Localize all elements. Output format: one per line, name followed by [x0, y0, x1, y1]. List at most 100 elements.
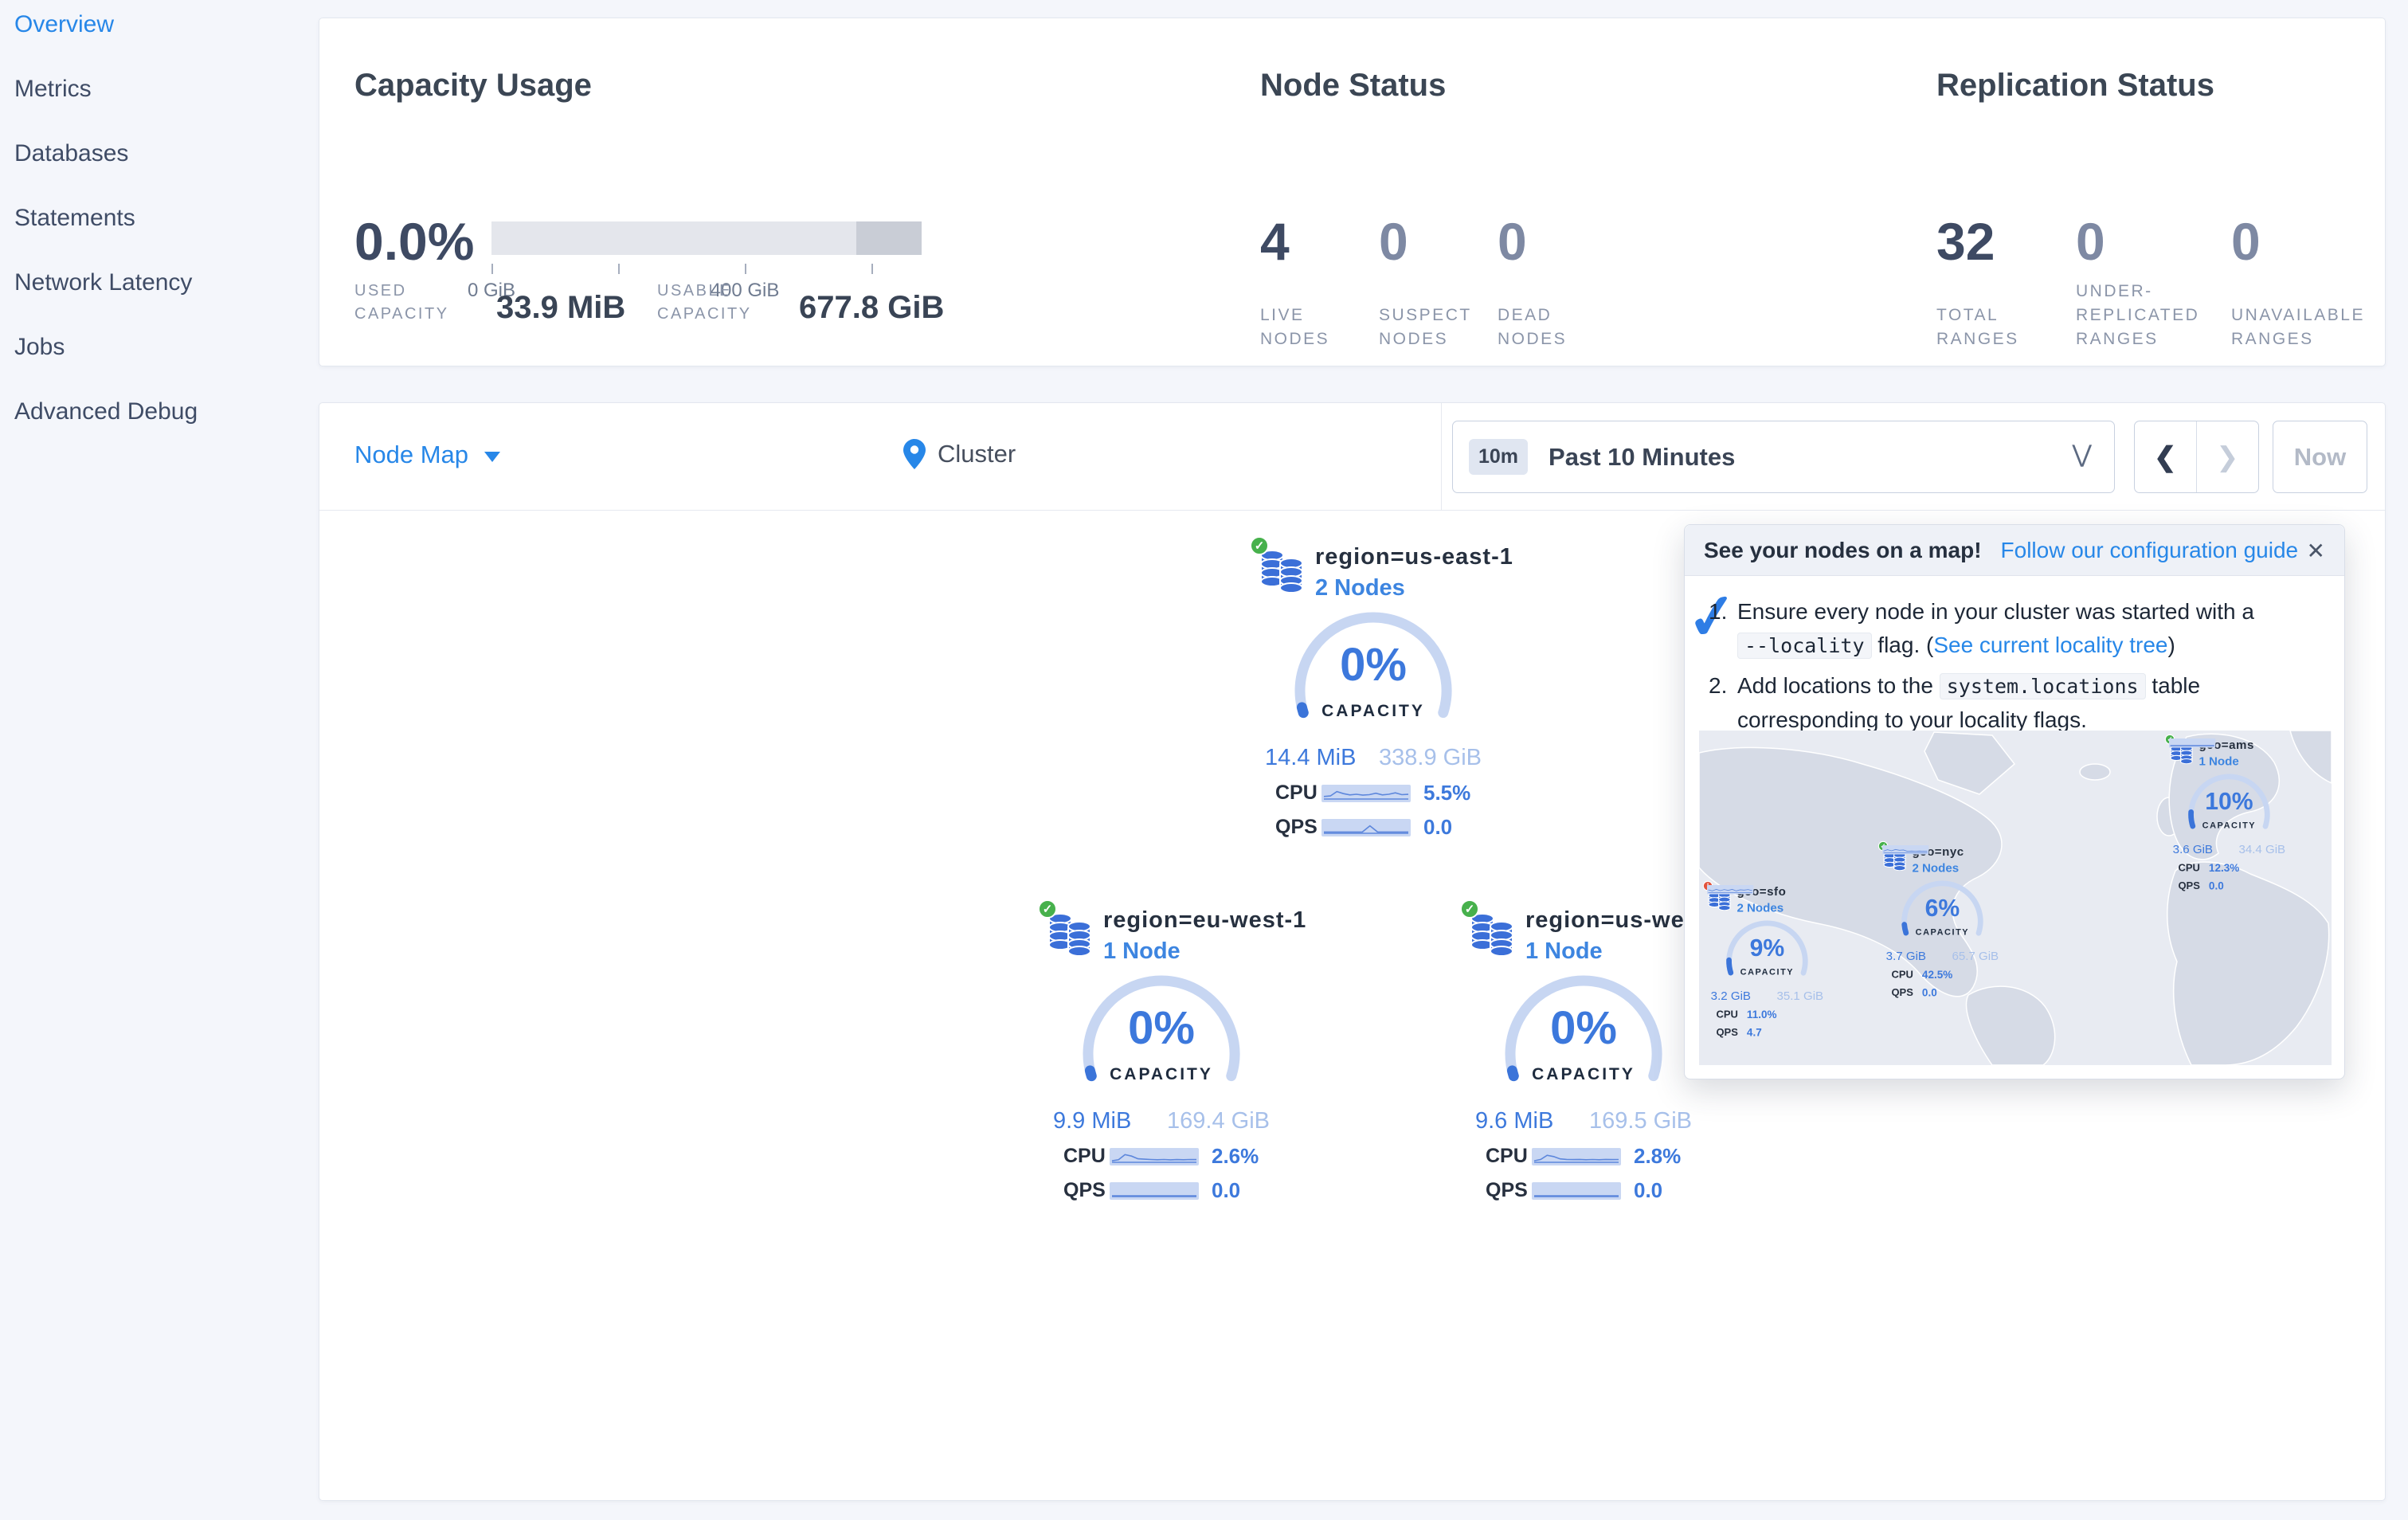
node-status-title: Node Status	[1260, 68, 1447, 103]
node-map-card: Node Map Cluster 10m Past 10 Minutes ⋁ ❮…	[319, 402, 2386, 1501]
region-total-value: 34.4 GiB	[2238, 843, 2286, 856]
view-selector-dropdown[interactable]: Node Map	[354, 441, 501, 469]
region-total-value: 65.7 GiB	[1952, 950, 1999, 963]
configuration-guide-link[interactable]: Follow our configuration guide	[2001, 538, 2299, 563]
usable-capacity-label: USABLE CAPACITY	[657, 282, 752, 323]
qps-value: 0.0	[2208, 879, 2224, 892]
region-used-value: 3.2 GiB	[1710, 989, 1751, 1003]
world-map: ! geo=sfo 2 Nodes 9% CAPACITY 3.2 GiB 35…	[1699, 731, 2332, 1065]
axis-tick	[871, 264, 873, 274]
db-nodes-icon: ✓	[1250, 536, 1306, 594]
nodes-on-map-popup: See your nodes on a map! Follow our conf…	[1683, 524, 2345, 1079]
region-used-value: 9.6 MiB	[1475, 1108, 1554, 1134]
step-text: Add locations to the system.locations ta…	[1737, 673, 2201, 732]
status-ok-icon: ✓	[1460, 899, 1479, 919]
prev-interval-button[interactable]: ❮	[2135, 421, 2197, 492]
close-icon[interactable]: ✕	[2307, 538, 2325, 564]
qps-sparkline	[1882, 845, 1929, 855]
sidebar-item-metrics[interactable]: Metrics	[14, 76, 92, 103]
cpu-sparkline	[1532, 1147, 1621, 1165]
sidebar-item-overview[interactable]: Overview	[14, 11, 114, 38]
gauge-percent: 0%	[1550, 1002, 1617, 1054]
step-1: 1. Ensure every node in your cluster was…	[1709, 595, 2327, 663]
region-used-value: 3.7 GiB	[1885, 950, 1926, 963]
cpu-value: 11.0%	[1746, 1008, 1777, 1021]
cpu-value: 5.5%	[1423, 781, 1471, 805]
live-nodes-value: 4	[1260, 212, 1290, 271]
sidebar-item-jobs[interactable]: Jobs	[14, 334, 65, 361]
cluster-summary-card: Capacity Usage 0.0% 0 GiB 400 GiB USED C…	[319, 18, 2386, 366]
capacity-percent: 0.0%	[354, 212, 475, 271]
suspect-nodes-value: 0	[1379, 212, 1408, 271]
dead-nodes-label: DEAD NODES	[1498, 306, 1568, 348]
region-total-value: 338.9 GiB	[1379, 745, 1482, 770]
breadcrumb[interactable]: Cluster	[903, 438, 1016, 470]
gauge-capacity-label: CAPACITY	[2202, 820, 2257, 830]
cpu-value: 2.8%	[1634, 1144, 1682, 1168]
capacity-usage-title: Capacity Usage	[354, 68, 592, 103]
region-nodes-link[interactable]: 1 Node	[2199, 754, 2253, 768]
chevron-down-icon: ⋁	[2072, 441, 2092, 468]
unavailable-value: 0	[2231, 212, 2261, 271]
region-total-value: 169.5 GiB	[1589, 1108, 1692, 1134]
region-nodes-link[interactable]: 2 Nodes	[1737, 901, 1786, 915]
live-nodes-label: LIVE NODES	[1260, 306, 1330, 348]
qps-label: QPS	[1275, 816, 1318, 838]
qps-label: QPS	[1891, 986, 1913, 998]
toolbar-divider	[1441, 403, 1442, 511]
gauge-capacity-label: CAPACITY	[1915, 926, 1970, 937]
popup-steps: 1. Ensure every node in your cluster was…	[1709, 595, 2327, 743]
qps-value: 0.0	[1212, 1178, 1241, 1202]
time-range-badge: 10m	[1469, 439, 1529, 475]
qps-sparkline	[1110, 1181, 1199, 1200]
qps-sparkline	[1321, 818, 1411, 836]
cpu-label: CPU	[1275, 782, 1318, 804]
view-selector-label: Node Map	[354, 441, 469, 468]
qps-label: QPS	[1716, 1026, 1738, 1038]
gauge-percent: 10%	[2205, 787, 2253, 815]
sidebar-item-statements[interactable]: Statements	[14, 205, 135, 232]
region-nodes-link[interactable]: 2 Nodes	[1912, 861, 1964, 875]
dead-nodes-value: 0	[1498, 212, 1527, 271]
capacity-gauge: 6% CAPACITY	[1897, 880, 1987, 962]
region-nodes-link[interactable]: 2 Nodes	[1315, 575, 1513, 601]
used-capacity-label: USED CAPACITY	[354, 282, 449, 323]
gauge-percent: 0%	[1128, 1002, 1195, 1054]
sidebar-item-databases[interactable]: Databases	[14, 140, 128, 167]
axis-tick	[618, 264, 620, 274]
step-number: 2.	[1709, 673, 1728, 698]
gauge-percent: 0%	[1340, 639, 1407, 691]
popup-header: See your nodes on a map! Follow our conf…	[1685, 525, 2344, 576]
db-nodes-icon: ✓	[1038, 899, 1094, 957]
sidebar: Overview Metrics Databases Statements Ne…	[0, 0, 315, 1520]
node-map-toolbar: Node Map Cluster 10m Past 10 Minutes ⋁ ❮…	[319, 403, 2385, 511]
region-total-value: 35.1 GiB	[1776, 989, 1824, 1003]
inline-link[interactable]: See current locality tree	[1933, 633, 2167, 657]
status-ok-icon: ✓	[1250, 536, 1269, 555]
qps-label: QPS	[1486, 1179, 1528, 1201]
gauge-percent: 6%	[1924, 894, 1960, 922]
gauge-percent: 9%	[1749, 934, 1785, 962]
region-used-value: 3.6 GiB	[2172, 843, 2213, 856]
map-region-geo-ams: ✓ geo=ams 1 Node 10% CAPACITY 3.6 GiB 34…	[2164, 734, 2289, 892]
region-name: region=us-east-1	[1315, 544, 1513, 570]
qps-sparkline	[1532, 1181, 1621, 1200]
sidebar-item-network-latency[interactable]: Network Latency	[14, 269, 192, 296]
sidebar-item-advanced-debug[interactable]: Advanced Debug	[14, 398, 198, 425]
capacity-bar-reserved	[856, 221, 922, 255]
total-ranges-value: 32	[1936, 212, 1995, 271]
gauge-capacity-label: CAPACITY	[1110, 1065, 1213, 1083]
qps-value: 0.0	[1423, 815, 1453, 839]
used-capacity-value: 33.9 MiB	[496, 290, 626, 325]
region-nodes-link[interactable]: 1 Node	[1103, 938, 1306, 965]
region-used-value: 14.4 MiB	[1265, 745, 1357, 770]
axis-tick	[745, 264, 746, 274]
now-button[interactable]: Now	[2273, 421, 2367, 493]
step-2: 2. Add locations to the system.locations…	[1709, 669, 2327, 737]
time-range-dropdown[interactable]: 10m Past 10 Minutes ⋁	[1452, 421, 2115, 493]
capacity-gauge: 0% CAPACITY	[1074, 975, 1249, 1133]
breadcrumb-label: Cluster	[938, 440, 1016, 468]
next-interval-button[interactable]: ❯	[2197, 421, 2259, 492]
qps-value: 4.7	[1746, 1025, 1762, 1039]
gauge-capacity-label: CAPACITY	[1532, 1065, 1635, 1083]
